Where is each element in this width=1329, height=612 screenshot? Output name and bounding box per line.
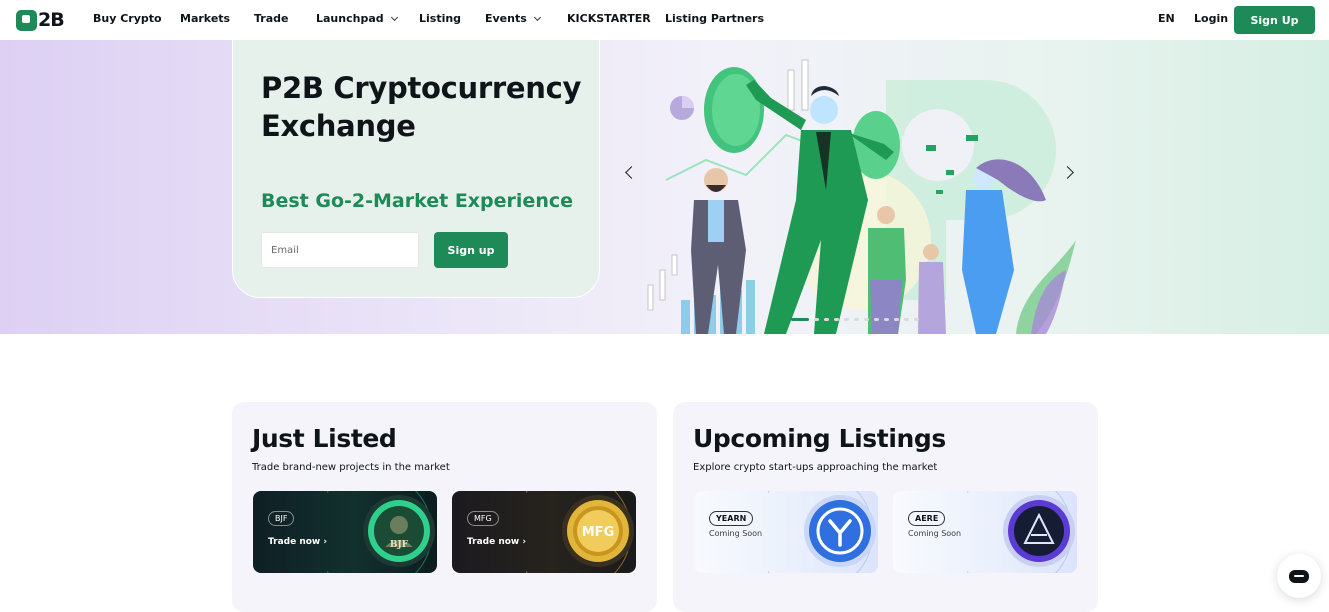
nav-launchpad[interactable]: Launchpad [316,12,398,25]
nav-listing[interactable]: Listing [419,12,461,25]
carousel-dot[interactable] [884,318,889,321]
mfg-coin-icon: MFG [526,491,634,573]
nav-trade[interactable]: Trade [254,12,288,25]
nav-listing-partners[interactable]: Listing Partners [665,12,764,25]
trade-now-link[interactable]: Trade now › [268,537,327,547]
nav-buy-crypto[interactable]: Buy Crypto [93,12,162,25]
carousel-dot[interactable] [874,318,879,321]
nav-events[interactable]: Events [485,12,541,25]
coming-soon-label: Coming Soon [709,529,763,538]
signup-button[interactable]: Sign Up [1234,6,1315,34]
bjf-coin-icon: BJF [327,491,435,573]
carousel-dot[interactable] [894,318,899,321]
carousel-indicators [791,318,924,321]
panel-description: Explore crypto start-ups approaching the… [693,462,938,473]
carousel-dot[interactable] [824,318,829,321]
carousel-dot[interactable] [844,318,849,321]
hero-subtitle: Best Go-2-Market Experience [261,190,573,212]
carousel-dot[interactable] [914,318,919,321]
support-chat-button[interactable] [1277,554,1321,598]
chevron-down-icon [533,13,541,21]
coming-soon-label: Coming Soon [908,529,962,538]
chat-icon [1289,569,1309,583]
coin-card-mfg[interactable]: MFG Trade now › MFG [452,491,636,573]
top-navbar: 2B Buy Crypto Markets Trade Launchpad Li… [0,0,1329,40]
hero-banner: P2B Cryptocurrency Exchange Best Go-2-Ma… [0,40,1329,334]
coin-card-bjf[interactable]: BJF Trade now › BJF [253,491,437,573]
carousel-dot[interactable] [864,318,869,321]
trade-now-link[interactable]: Trade now › [467,537,526,547]
carousel-dot[interactable] [854,318,859,321]
ticker-badge: YEARN [709,511,754,526]
upcoming-listings-panel: Upcoming Listings Explore crypto start-u… [673,402,1098,612]
logo-mark-icon [16,9,37,31]
aere-coin-icon [967,491,1075,573]
carousel-dot[interactable] [814,318,819,321]
carousel-dot[interactable] [791,318,809,321]
just-listed-panel: Just Listed Trade brand-new projects in … [232,402,657,612]
login-link[interactable]: Login [1194,12,1228,25]
coin-label: MFG [582,525,615,540]
chevron-down-icon [390,13,398,21]
coin-label: BJF [390,540,409,550]
ticker-badge: MFG [467,511,499,526]
yearn-coin-icon [768,491,876,573]
p2b-logo[interactable]: 2B [16,9,65,31]
coin-card-yearn[interactable]: YEARN Coming Soon [694,491,878,573]
hero-signup-button[interactable]: Sign up [434,232,508,268]
hero-title: P2B Cryptocurrency Exchange [261,71,582,143]
panel-description: Trade brand-new projects in the market [252,462,450,473]
nav-kickstarter[interactable]: KICKSTARTER [567,12,651,25]
ticker-badge: AERE [908,511,946,526]
logo-text: 2B [38,9,65,31]
carousel-dot[interactable] [904,318,909,321]
hero-illustration [647,59,1076,334]
language-selector[interactable]: EN [1158,12,1175,25]
ticker-badge: BJF [268,511,295,526]
email-input[interactable] [261,232,419,268]
nav-markets[interactable]: Markets [180,12,230,25]
panel-title: Upcoming Listings [693,424,946,453]
carousel-dot[interactable] [834,318,839,321]
panel-title: Just Listed [252,424,397,453]
coin-card-aere[interactable]: AERE Coming Soon [893,491,1077,573]
